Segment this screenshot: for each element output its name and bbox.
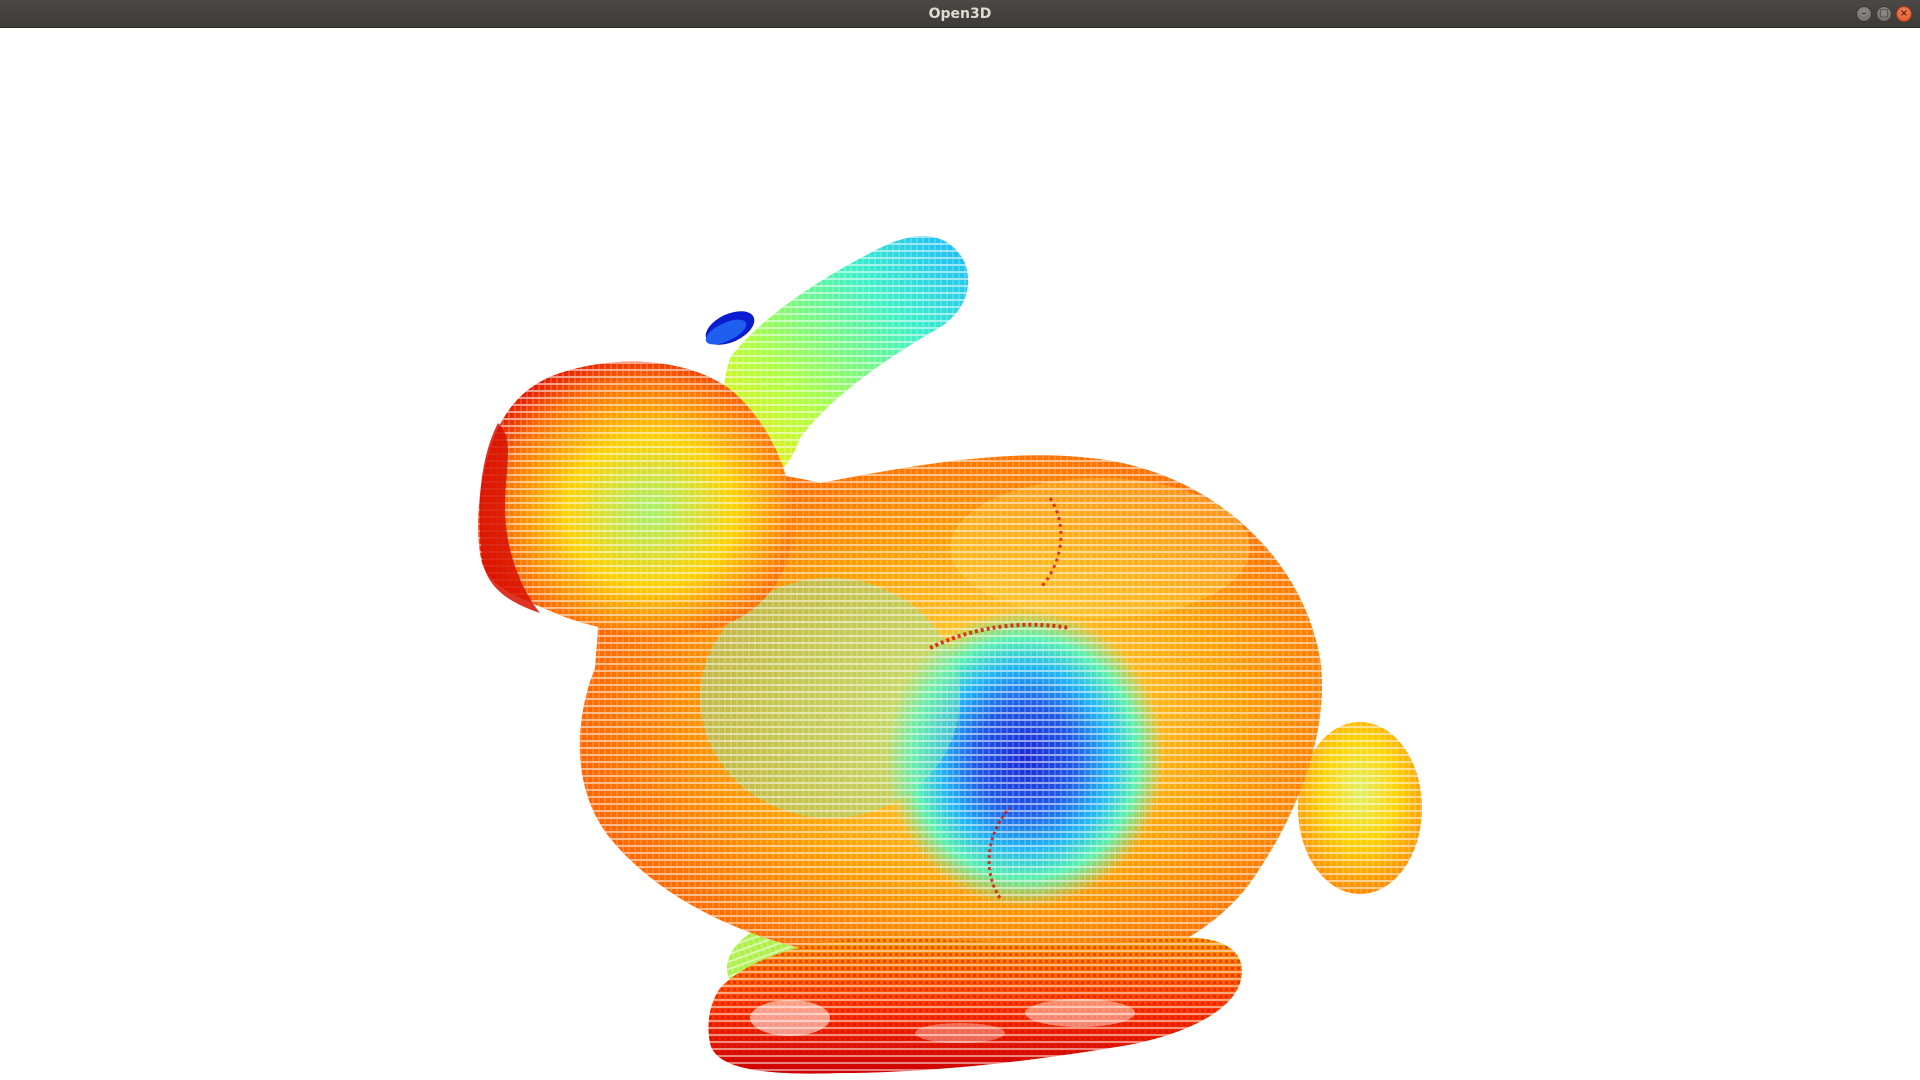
bunny-feet xyxy=(708,937,1242,1074)
window-title: Open3D xyxy=(928,6,992,22)
close-icon: × xyxy=(1899,8,1909,19)
title-bar[interactable]: Open3D – □ × xyxy=(0,0,1920,28)
minimize-button[interactable]: – xyxy=(1856,6,1872,22)
tail xyxy=(1298,722,1422,894)
window-controls: – □ × xyxy=(1856,6,1912,22)
minimize-icon: – xyxy=(1861,8,1867,19)
point-cloud-canvas xyxy=(478,236,1422,1074)
maximize-icon: □ xyxy=(1879,8,1889,19)
maximize-button[interactable]: □ xyxy=(1876,6,1892,22)
3d-viewport[interactable] xyxy=(0,28,1920,1080)
open3d-window: Open3D – □ × xyxy=(0,0,1920,1080)
close-button[interactable]: × xyxy=(1896,6,1912,22)
